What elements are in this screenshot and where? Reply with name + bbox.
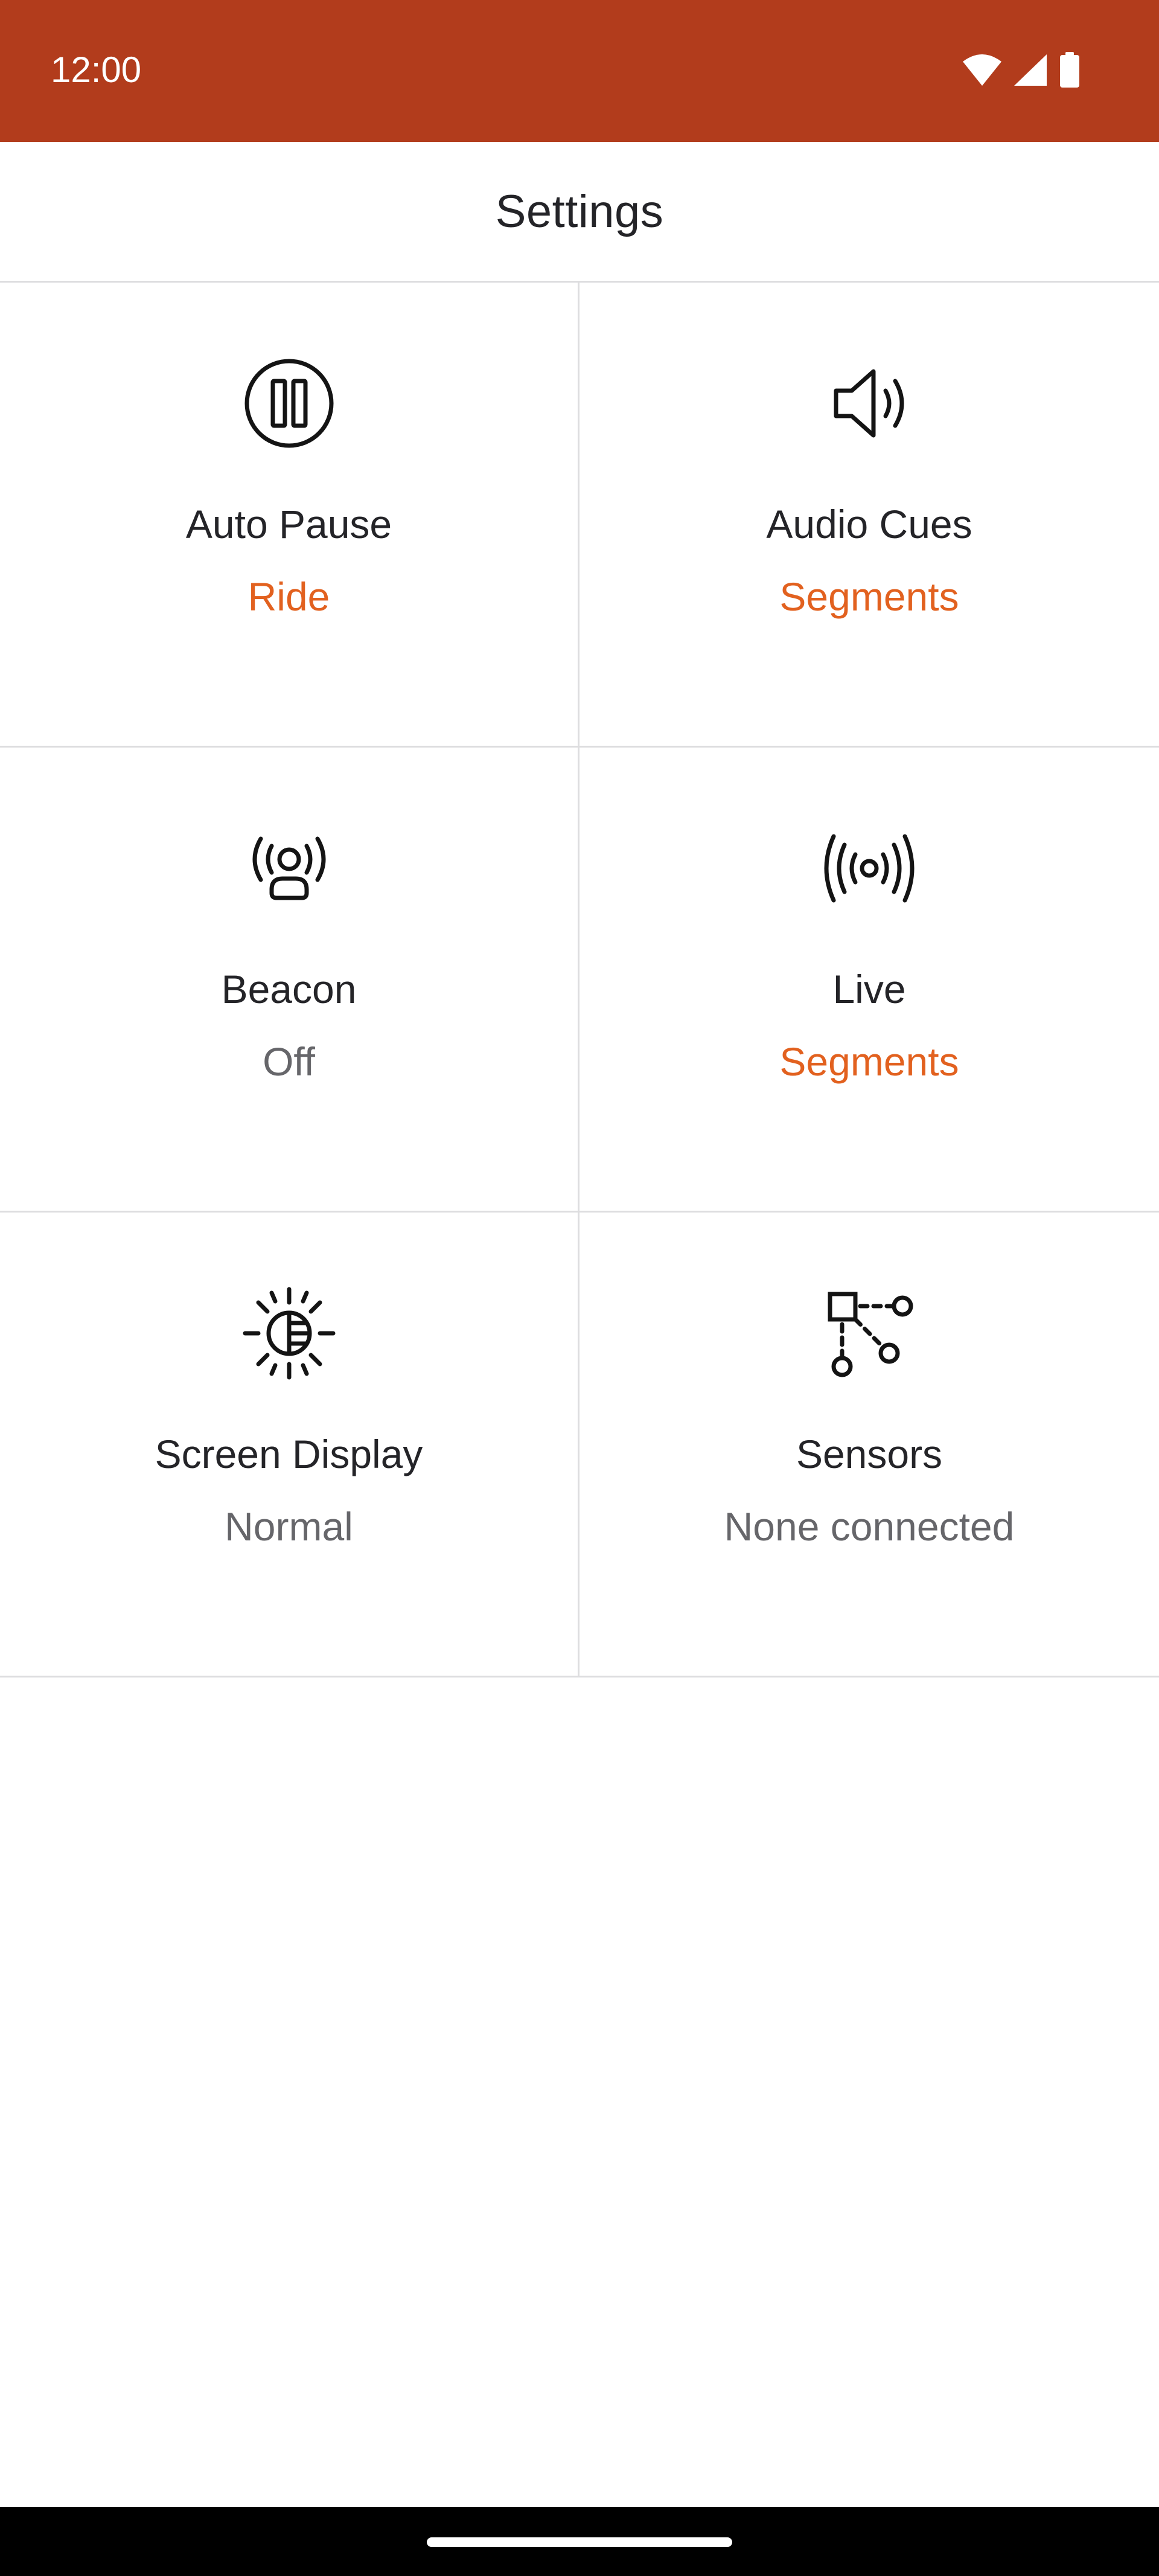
setting-label: Auto Pause: [185, 502, 392, 546]
setting-tile-beacon[interactable]: Beacon Off: [0, 748, 580, 1213]
setting-label: Sensors: [796, 1432, 943, 1476]
setting-label: Screen Display: [155, 1432, 423, 1476]
sensors-icon: [818, 1282, 921, 1385]
setting-value: Normal: [225, 1504, 353, 1549]
cellular-signal-icon: [1013, 53, 1048, 87]
setting-label: Live: [832, 967, 906, 1011]
setting-tile-auto-pause[interactable]: Auto Pause Ride: [0, 283, 580, 748]
system-navigation-bar: [0, 2507, 1159, 2576]
setting-value: Ride: [247, 574, 330, 619]
setting-tile-sensors[interactable]: Sensors None connected: [580, 1213, 1159, 1677]
setting-tile-audio-cues[interactable]: Audio Cues Segments: [580, 283, 1159, 748]
home-gesture-handle[interactable]: [427, 2537, 732, 2547]
status-time: 12:00: [51, 50, 142, 90]
top-app-bar: Settings: [0, 142, 1159, 283]
setting-label: Beacon: [221, 967, 357, 1011]
status-bar: 12:00: [0, 0, 1159, 142]
setting-label: Audio Cues: [766, 502, 972, 546]
setting-tile-screen-display[interactable]: Screen Display Normal: [0, 1213, 580, 1677]
setting-tile-live[interactable]: Live Segments: [580, 748, 1159, 1213]
setting-value: Segments: [779, 574, 959, 619]
beacon-icon: [238, 817, 340, 920]
battery-icon: [1059, 52, 1081, 88]
live-broadcast-icon: [818, 817, 921, 920]
page-title: Settings: [495, 185, 664, 237]
wifi-icon: [962, 53, 1002, 87]
status-icons: [962, 48, 1081, 92]
setting-value: None connected: [724, 1504, 1015, 1549]
setting-value: Segments: [779, 1039, 959, 1084]
speaker-icon: [818, 352, 921, 455]
setting-value: Off: [263, 1039, 315, 1084]
brightness-icon: [238, 1282, 340, 1385]
pause-circle-icon: [238, 352, 340, 455]
settings-grid: Auto Pause Ride Audio Cues Segments Beac…: [0, 283, 1159, 1677]
